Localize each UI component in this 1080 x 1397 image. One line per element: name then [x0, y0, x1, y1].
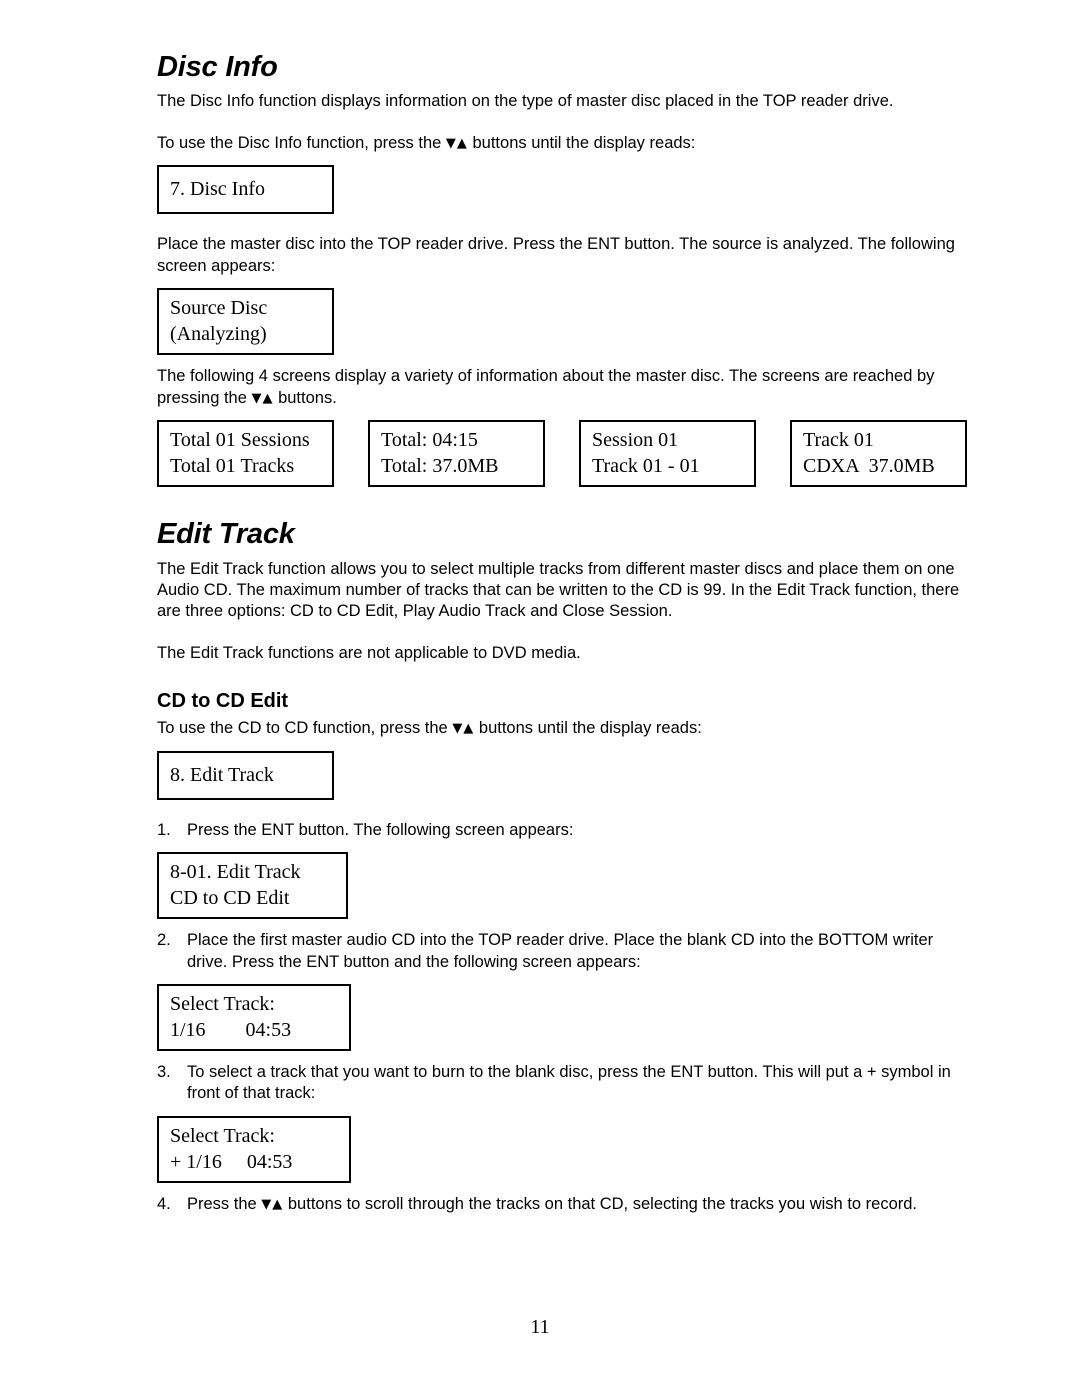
instruction-text-after-arrows: buttons until the display reads: [467, 133, 696, 152]
page-title-disc-info: Disc Info [157, 51, 278, 83]
list-item-step-4: 4. Press the ▼▲ buttons to scroll through… [157, 1194, 960, 1215]
lcd-line: Select Track: [170, 993, 275, 1015]
lcd-screen-session-track-range: Session 01 Track 01 - 01 [579, 420, 756, 488]
lcd-screen-select-track: Select Track: 1/16 04:53 [157, 984, 351, 1051]
page-number-footer: 11 [530, 1316, 550, 1338]
lcd-line: CDXA 37.0MB [803, 455, 935, 478]
lcd-screen-source-disc-analyzing: Source Disc (Analyzing) [157, 288, 334, 356]
list-item-text: Place the first master audio CD into the… [187, 931, 934, 971]
disc-info-instruction-paragraph: To use the Disc Info function, press the… [157, 133, 960, 154]
lcd-screen-edit-track-cd-to-cd: 8-01. Edit Track CD to CD Edit [157, 852, 348, 920]
lcd-line: Total: 37.0MB [381, 455, 499, 478]
lcd-screen-select-track-selected: Select Track: + 1/16 04:53 [157, 1115, 351, 1183]
list-item-text-before-arrows: Press the [187, 1194, 262, 1213]
instruction-text-before-arrows: To use the Disc Info function, press the [157, 133, 446, 152]
list-item-marker: 4. [157, 1194, 171, 1213]
four-screens-text-after-arrows: buttons. [273, 388, 337, 407]
page-content: Disc Info The Disc Info function display… [157, 51, 967, 1215]
list-item-text: Press the ENT button. The following scre… [187, 820, 574, 839]
lcd-line: Session 01 [592, 429, 679, 452]
lcd-line: Total: 04:15 [381, 429, 478, 452]
place-disc-paragraph: Place the master disc into the TOP reade… [157, 235, 955, 275]
instruction-text-after-arrows: buttons until the display reads: [474, 719, 702, 738]
lcd-line: Total 01 Sessions [170, 429, 310, 452]
lcd-line: 1/16 04:53 [170, 1019, 292, 1041]
updown-arrows-icon: ▼▲ [445, 135, 468, 151]
lcd-line: Total 01 Tracks [170, 455, 295, 478]
dvd-note-paragraph: The Edit Track functions are not applica… [157, 643, 581, 662]
lcd-screen-row-disc-info: Total 01 Sessions Total 01 Tracks Total:… [157, 420, 968, 488]
lcd-line: Track 01 - 01 [592, 455, 700, 478]
lcd-line: (Analyzing) [170, 323, 267, 346]
lcd-line: 8. Edit Track [170, 763, 274, 786]
page-title-edit-track: Edit Track [157, 518, 295, 551]
subsection-title-cd-to-cd-edit: CD to CD Edit [157, 690, 289, 713]
instruction-text-before-arrows: To use the CD to CD function, press the [157, 719, 453, 738]
updown-arrows-icon: ▼▲ [452, 721, 475, 737]
updown-arrows-icon: ▼▲ [251, 390, 274, 406]
lcd-line: Track 01 [803, 429, 874, 452]
edit-track-description-paragraph: The Edit Track function allows you to se… [157, 559, 960, 621]
disc-info-intro-paragraph: The Disc Info function displays informat… [157, 92, 894, 111]
four-screens-paragraph: The following 4 screens display a variet… [157, 366, 960, 409]
list-item-marker: 3. [157, 1063, 171, 1081]
list-item-step-3: 3. To select a track that you want to bu… [157, 1062, 960, 1105]
lcd-line: Select Track: [170, 1124, 275, 1147]
lcd-line: 8-01. Edit Track [170, 861, 301, 884]
lcd-line: CD to CD Edit [170, 887, 290, 910]
lcd-screen-total-sessions-tracks: Total 01 Sessions Total 01 Tracks [157, 420, 334, 488]
list-item-marker: 1. [157, 820, 171, 839]
cd-to-cd-instruction-paragraph: To use the CD to CD function, press the … [157, 718, 960, 739]
list-item-text: To select a track that you want to burn … [187, 1063, 951, 1103]
lcd-line: + 1/16 04:53 [170, 1150, 293, 1173]
lcd-screen-total-time-size: Total: 04:15 Total: 37.0MB [368, 420, 545, 488]
list-item-text-after-arrows: buttons to scroll through the tracks on … [283, 1194, 918, 1213]
lcd-screen-edit-track-menu: 8. Edit Track [157, 750, 334, 800]
lcd-line: 7. Disc Info [170, 178, 265, 201]
lcd-line: Source Disc [170, 297, 268, 320]
document-page: Disc Info The Disc Info function display… [0, 0, 1080, 1397]
list-item-marker: 2. [157, 931, 171, 950]
lcd-screen-disc-info-menu: 7. Disc Info [157, 165, 334, 215]
lcd-screen-track-format-size: Track 01 CDXA 37.0MB [790, 420, 967, 488]
list-item-step-2: 2. Place the first master audio CD into … [157, 930, 960, 973]
updown-arrows-icon: ▼▲ [261, 1196, 284, 1212]
list-item-step-1: 1. Press the ENT button. The following s… [157, 820, 960, 841]
